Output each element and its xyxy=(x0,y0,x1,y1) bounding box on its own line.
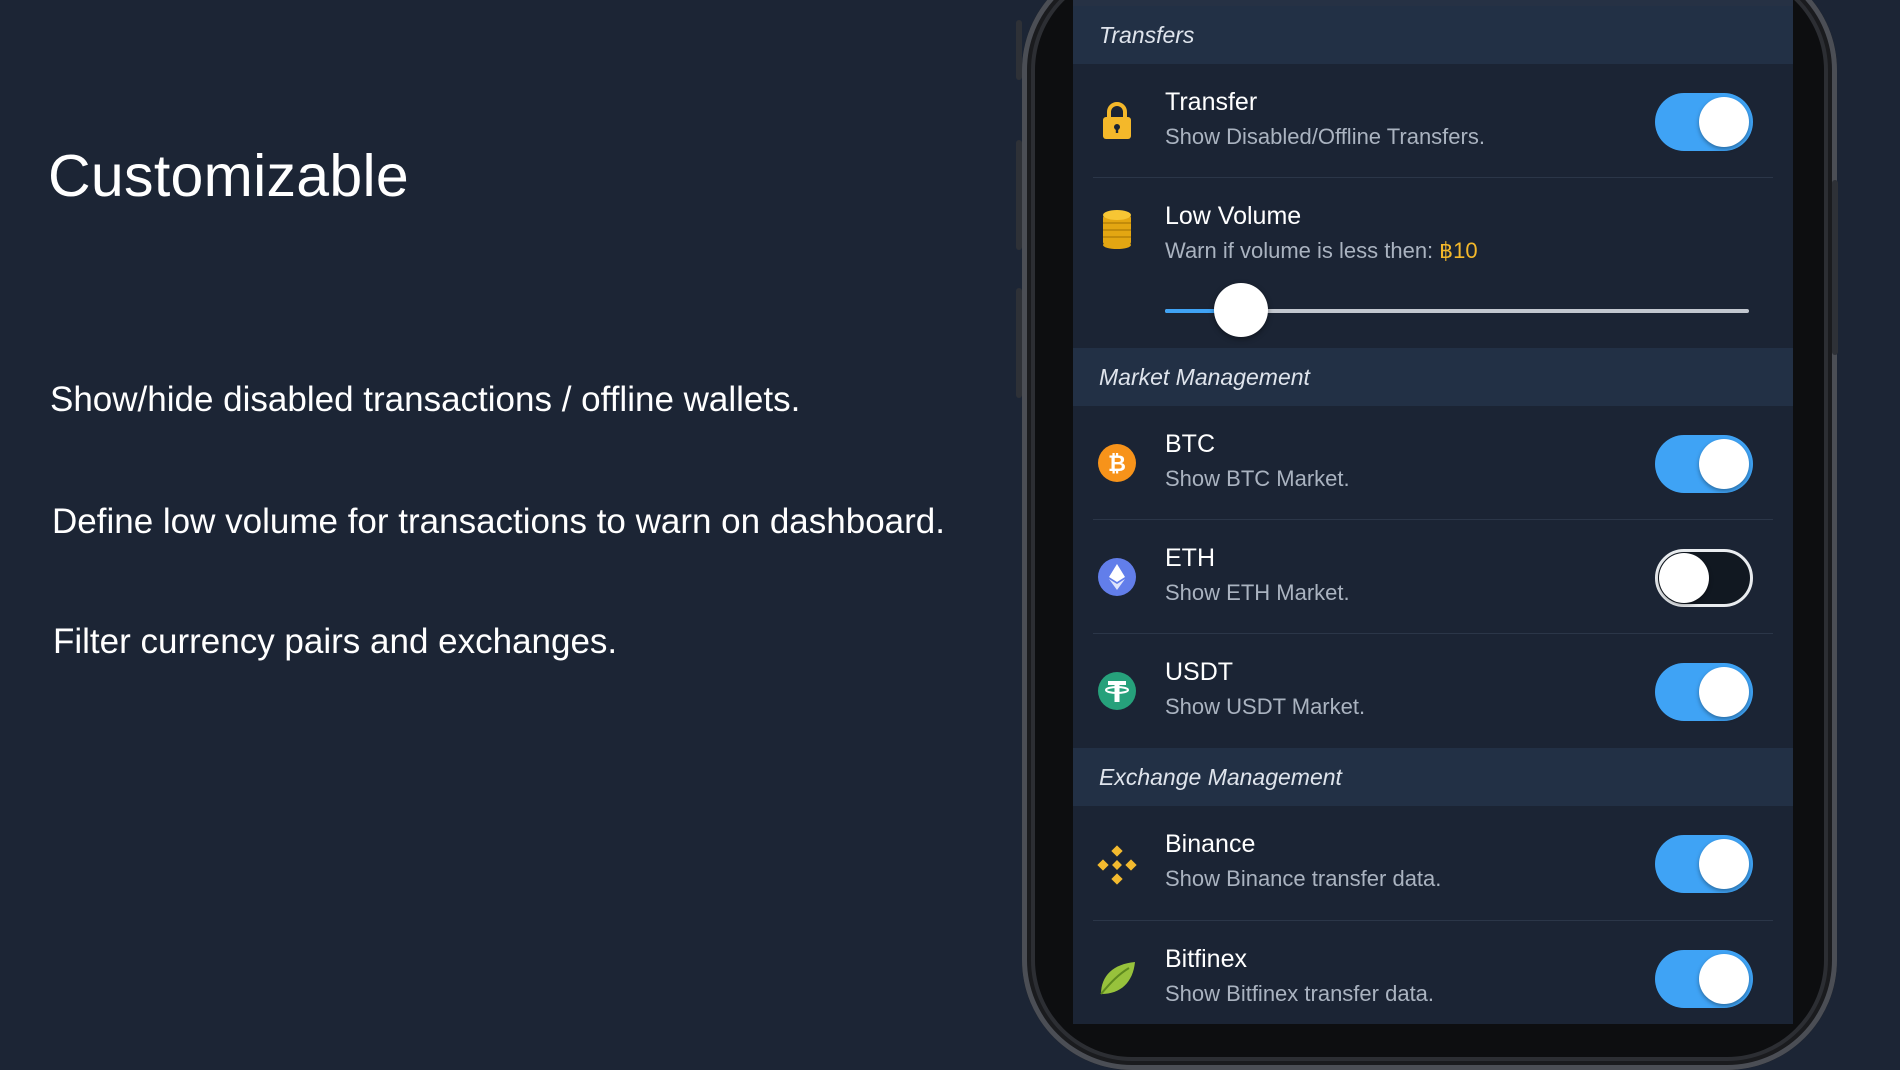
bitfinex-toggle[interactable] xyxy=(1655,950,1753,1008)
setting-row-bitfinex[interactable]: Bitfinex Show Bitfinex transfer data. xyxy=(1073,921,1793,1024)
setting-row-transfer[interactable]: Transfer Show Disabled/Offline Transfers… xyxy=(1073,64,1793,178)
phone-power-button xyxy=(1832,180,1838,355)
feature-text-filters: Filter currency pairs and exchanges. xyxy=(53,622,618,661)
setting-subtitle: Show BTC Market. xyxy=(1165,466,1350,491)
phone-volume-down-button xyxy=(1016,288,1022,398)
setting-subtitle: Show ETH Market. xyxy=(1165,580,1350,605)
headline: Customizable xyxy=(48,143,410,209)
binance-toggle[interactable] xyxy=(1655,835,1753,893)
binance-icon xyxy=(1097,845,1137,885)
toggle-knob xyxy=(1699,667,1749,717)
setting-row-low-volume: Low Volume Warn if volume is less then: ฿… xyxy=(1073,178,1793,348)
section-header-exchanges: Exchange Management xyxy=(1073,748,1793,806)
bitfinex-leaf-icon xyxy=(1097,958,1137,998)
low-volume-slider[interactable] xyxy=(1165,283,1749,337)
transfer-toggle[interactable] xyxy=(1655,93,1753,151)
section-header-transfers: Transfers xyxy=(1073,6,1793,64)
section-header-markets: Market Management xyxy=(1073,348,1793,406)
setting-row-usdt[interactable]: USDT Show USDT Market. xyxy=(1073,634,1793,748)
settings-screen: Transfers Transfer Show Disabled/Offline… xyxy=(1073,0,1793,1024)
eth-market-toggle[interactable] xyxy=(1655,549,1753,607)
setting-row-binance[interactable]: Binance Show Binance transfer data. xyxy=(1073,806,1793,921)
setting-title: Bitfinex xyxy=(1165,945,1247,973)
setting-subtitle: Show Disabled/Offline Transfers. xyxy=(1165,124,1485,149)
feature-text-transfers: Show/hide disabled transactions / offlin… xyxy=(50,380,801,419)
setting-title: ETH xyxy=(1165,544,1215,572)
setting-title: Low Volume xyxy=(1165,202,1302,230)
ethereum-icon xyxy=(1097,557,1137,597)
feature-text-low-volume: Define low volume for transactions to wa… xyxy=(52,502,945,541)
tether-icon xyxy=(1097,671,1137,711)
low-volume-value: ฿10 xyxy=(1439,238,1478,263)
setting-title: Binance xyxy=(1165,830,1256,858)
setting-title: USDT xyxy=(1165,658,1234,686)
bitcoin-icon: ₿ xyxy=(1097,443,1137,483)
setting-title: BTC xyxy=(1165,430,1215,458)
toggle-knob xyxy=(1699,97,1749,147)
setting-subtitle: Show Bitfinex transfer data. xyxy=(1165,981,1435,1006)
toggle-knob xyxy=(1699,839,1749,889)
setting-row-btc[interactable]: ₿ BTC Show BTC Market. xyxy=(1073,406,1793,520)
setting-subtitle: Show Binance transfer data. xyxy=(1165,866,1442,891)
phone-mute-switch xyxy=(1016,20,1022,80)
toggle-knob xyxy=(1699,954,1749,1004)
coin-stack-icon xyxy=(1097,209,1137,249)
setting-subtitle: Show USDT Market. xyxy=(1165,694,1366,719)
svg-text:₿: ₿ xyxy=(1108,451,1126,476)
phone-volume-up-button xyxy=(1016,140,1022,250)
setting-subtitle: Warn if volume is less then: ฿10 xyxy=(1165,238,1478,264)
slider-thumb[interactable] xyxy=(1213,283,1268,337)
setting-row-eth[interactable]: ETH Show ETH Market. xyxy=(1073,520,1793,634)
toggle-knob xyxy=(1699,439,1749,489)
setting-title: Transfer xyxy=(1165,88,1258,116)
lock-icon xyxy=(1097,101,1137,141)
usdt-market-toggle[interactable] xyxy=(1655,663,1753,721)
low-volume-label: Warn if volume is less then: xyxy=(1165,238,1434,263)
toggle-knob xyxy=(1659,553,1709,603)
btc-market-toggle[interactable] xyxy=(1655,435,1753,493)
